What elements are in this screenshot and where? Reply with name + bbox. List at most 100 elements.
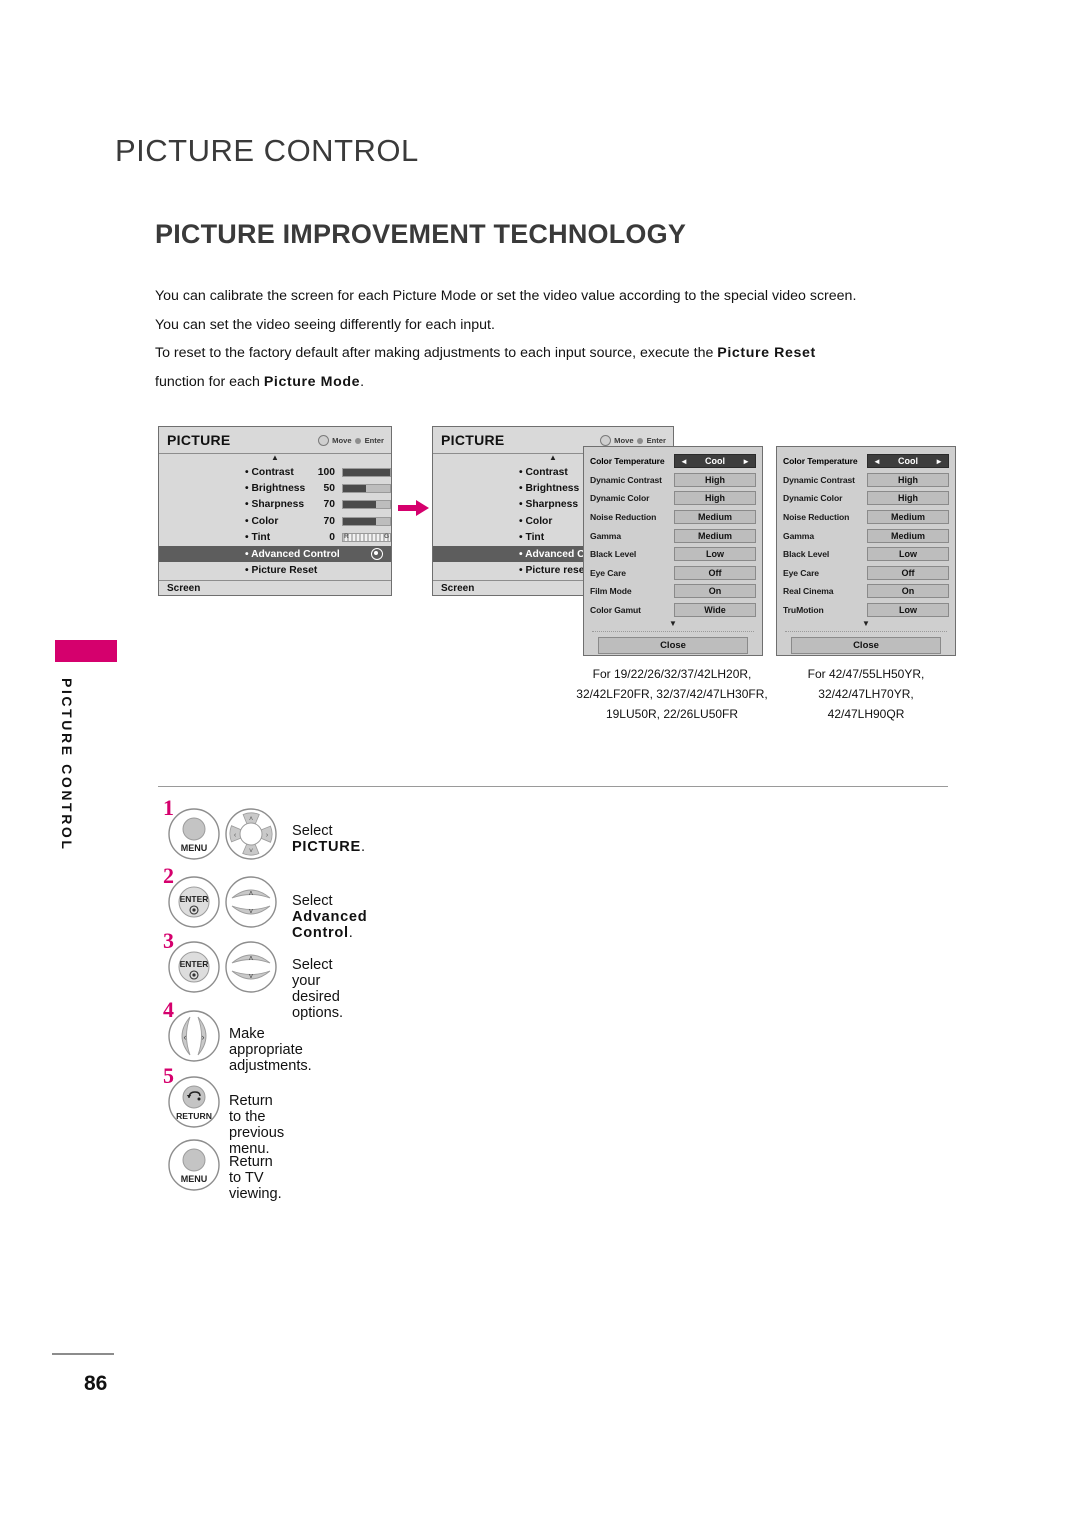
adv-left-row-dynamic-color[interactable]: Dynamic Color High [590, 489, 756, 508]
adv-right-value-text-color-temperature: Cool [898, 456, 918, 467]
adv-left-row-color-gamut[interactable]: Color Gamut Wide [590, 601, 756, 620]
osd1-bar-contrast[interactable] [341, 467, 391, 477]
osd1-row-color[interactable]: • Color 70 [159, 513, 391, 529]
scroll-up-caret-icon[interactable]: ▲ [159, 454, 391, 464]
osd1-footer[interactable]: Screen [159, 580, 391, 597]
chevron-right-icon[interactable]: ► [742, 457, 750, 466]
adv-left-value-black-level[interactable]: Low [674, 547, 756, 562]
osd1-row-brightness[interactable]: • Brightness 50 [159, 480, 391, 496]
adv-left-value-eye-care[interactable]: Off [674, 565, 756, 580]
osd1-row-sharpness[interactable]: • Sharpness 70 [159, 497, 391, 513]
enter-button-3[interactable]: ENTER [168, 941, 220, 993]
svg-text:˅: ˅ [249, 972, 254, 981]
adv-right-row-dynamic-contrast[interactable]: Dynamic Contrast High [783, 471, 949, 490]
adv-left-value-color-gamut[interactable]: Wide [674, 603, 756, 618]
adv-right-value-black-level[interactable]: Low [867, 547, 949, 562]
scroll-down-caret-icon[interactable]: ▼ [590, 619, 756, 630]
svg-text:˄: ˄ [249, 954, 254, 963]
adv-left-row-noise-reduction[interactable]: Noise Reduction Medium [590, 508, 756, 527]
step-4-text-a: Make appropriate adjustments. [229, 1026, 312, 1074]
chevron-left-icon[interactable]: ◄ [680, 457, 688, 466]
adv-left-value-noise-reduction[interactable]: Medium [674, 510, 756, 525]
up-down-button-3[interactable]: ˄ ˅ [225, 941, 277, 993]
osd1-bar-brightness[interactable] [341, 484, 391, 494]
left-right-button-4[interactable]: ‹ › [168, 1010, 220, 1062]
adv-right-key-gamma: Gamma [783, 530, 815, 541]
adv-left-value-color-temperature[interactable]: ◄ Cool ► [674, 454, 756, 469]
adv-right-key-real-cinema: Real Cinema [783, 586, 834, 597]
adv-right-value-real-cinema[interactable]: On [867, 584, 949, 599]
step-text-2: Select Advanced Control. [292, 893, 367, 941]
adv-right-row-eye-care[interactable]: Eye Care Off [783, 564, 949, 583]
adv-left-value-film-mode[interactable]: On [674, 584, 756, 599]
adv-left-value-dynamic-contrast[interactable]: High [674, 472, 756, 487]
adv-left-row-eye-care[interactable]: Eye Care Off [590, 564, 756, 583]
sidebar-vertical-tab: PICTURE CONTROL [55, 678, 79, 908]
osd1-row-contrast[interactable]: • Contrast 100 [159, 464, 391, 480]
adv-right-value-dynamic-contrast[interactable]: High [867, 472, 949, 487]
osd2-title: PICTURE [441, 432, 505, 448]
adv-right-value-trumotion[interactable]: Low [867, 603, 949, 618]
adv-left-row-color-temperature[interactable]: Color Temperature ◄ Cool ► [590, 452, 756, 471]
up-down-button-2[interactable]: ˄ ˅ [225, 876, 277, 928]
osd1-row-tint[interactable]: • Tint 0 [159, 530, 391, 546]
osd2-label-picture-reset: • Picture reset [519, 565, 588, 577]
osd1-label-color: • Color [245, 515, 279, 527]
sidebar-accent-swatch [55, 640, 117, 662]
flow-arrow-icon [398, 500, 429, 516]
menu-button-6[interactable]: MENU [168, 1139, 220, 1191]
osd1-row-picture-reset[interactable]: • Picture Reset [159, 562, 391, 578]
adv-left-row-gamma[interactable]: Gamma Medium [590, 526, 756, 545]
adv-left-row-dynamic-contrast[interactable]: Dynamic Contrast High [590, 471, 756, 490]
adv-right-row-trumotion[interactable]: TruMotion Low [783, 601, 949, 620]
adv-left-key-dynamic-color: Dynamic Color [590, 493, 650, 504]
adv-right-value-gamma[interactable]: Medium [867, 528, 949, 543]
menu-button-1[interactable]: MENU [168, 808, 220, 860]
adv-left-row-film-mode[interactable]: Film Mode On [590, 582, 756, 601]
adv-right-divider [785, 631, 947, 633]
osd1-bar-sharpness[interactable] [341, 500, 391, 510]
adv-left-row-black-level[interactable]: Black Level Low [590, 545, 756, 564]
enter-button-2[interactable]: ENTER [168, 876, 220, 928]
chevron-left-icon[interactable]: ◄ [873, 457, 881, 466]
adv-right-value-eye-care[interactable]: Off [867, 565, 949, 580]
intro-text: You can calibrate the screen for each Pi… [155, 285, 948, 399]
adv-right-row-real-cinema[interactable]: Real Cinema On [783, 582, 949, 601]
advanced-control-panel-left[interactable]: Color Temperature ◄ Cool ► Dynamic Contr… [583, 446, 763, 656]
svg-text:RETURN: RETURN [176, 1111, 212, 1121]
osd1-bar-tint[interactable] [341, 533, 391, 543]
return-button-5[interactable]: RETURN [168, 1076, 220, 1128]
osd1-bar-color[interactable] [341, 516, 391, 526]
osd-picture-menu-1[interactable]: PICTURE Move Enter ▲ • Contrast 100 • Br… [158, 426, 392, 596]
adv-right-row-black-level[interactable]: Black Level Low [783, 545, 949, 564]
intro-line-2: You can set the video seeing differently… [155, 316, 495, 333]
dpad-button-1[interactable]: ˄ ˅ ‹ › [225, 808, 277, 860]
section-title: PICTURE IMPROVEMENT TECHNOLOGY [155, 219, 687, 249]
osd1-body: ▲ • Contrast 100 • Brightness 50 • Sharp… [159, 454, 391, 580]
scroll-down-caret-icon[interactable]: ▼ [783, 619, 949, 630]
step-5-text-a: Return to the previous menu. [229, 1093, 285, 1157]
step-2-text-b: Advanced Control [292, 909, 368, 941]
step-text-4: Make appropriate adjustments. [229, 1026, 312, 1074]
adv-right-row-dynamic-color[interactable]: Dynamic Color High [783, 489, 949, 508]
intro-line-3-a: To reset to the factory default after ma… [155, 345, 718, 361]
adv-right-row-color-temperature[interactable]: Color Temperature ◄ Cool ► [783, 452, 949, 471]
osd1-value-brightness: 50 [323, 483, 335, 495]
adv-right-value-color-temperature[interactable]: ◄ Cool ► [867, 454, 949, 469]
osd2-nav-hint: Move Enter [600, 435, 666, 446]
caption-right-line3: 42/47LH90QR [827, 707, 905, 721]
advanced-control-panel-right[interactable]: Color Temperature ◄ Cool ► Dynamic Contr… [776, 446, 956, 656]
osd1-nav-hint: Move Enter [318, 435, 384, 446]
content-divider [158, 786, 948, 787]
adv-right-close-button[interactable]: Close [791, 637, 941, 655]
adv-right-row-noise-reduction[interactable]: Noise Reduction Medium [783, 508, 949, 527]
adv-right-row-gamma[interactable]: Gamma Medium [783, 526, 949, 545]
adv-left-close-button[interactable]: Close [598, 637, 748, 655]
adv-right-value-dynamic-color[interactable]: High [867, 491, 949, 506]
adv-right-value-noise-reduction[interactable]: Medium [867, 510, 949, 525]
adv-right-key-eye-care: Eye Care [783, 567, 819, 578]
adv-left-value-gamma[interactable]: Medium [674, 528, 756, 543]
chevron-right-icon[interactable]: ► [935, 457, 943, 466]
osd1-row-advanced-control[interactable]: • Advanced Control [159, 545, 391, 563]
adv-left-value-dynamic-color[interactable]: High [674, 491, 756, 506]
